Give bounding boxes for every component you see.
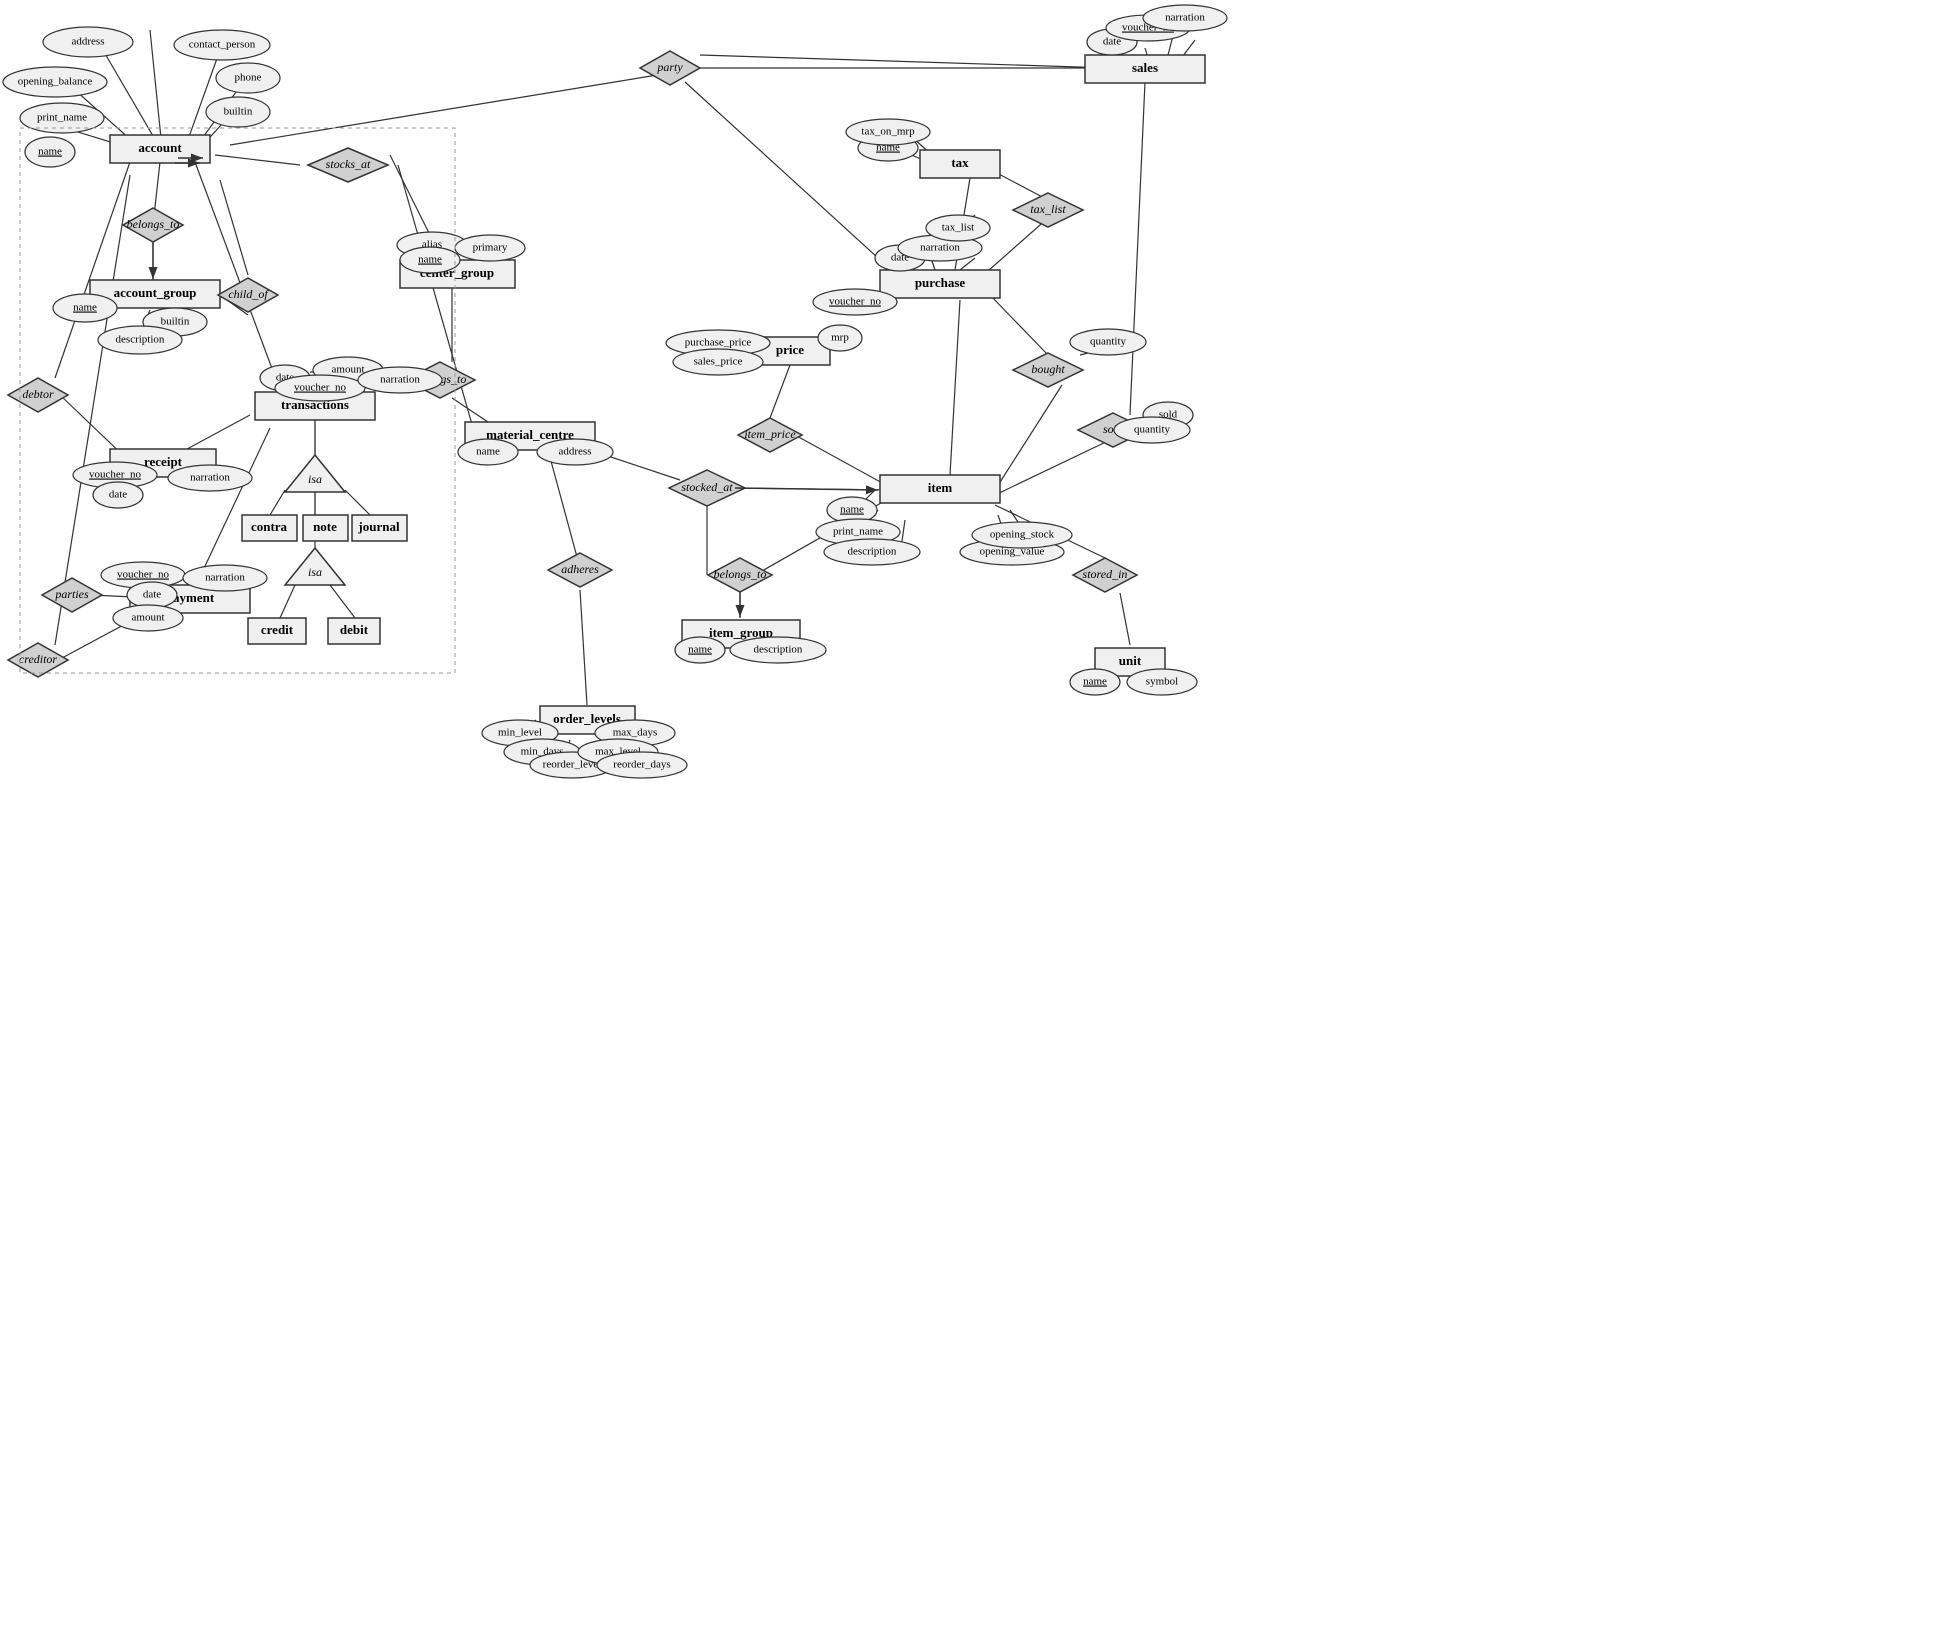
rel-child-of-label: child_of: [228, 287, 269, 301]
entity-purchase-label: purchase: [915, 275, 966, 290]
attr-contact-person-text: contact_person: [189, 39, 256, 51]
rel-creditor-label: creditor: [19, 652, 58, 666]
entity-account-group-label: account_group: [114, 285, 197, 300]
rel-stored-in-label: stored_in: [1083, 567, 1128, 581]
attr-name-ag-text: name: [73, 302, 97, 314]
attr-primary-text: primary: [473, 242, 508, 254]
attr-print-name-item-text: print_name: [833, 526, 883, 538]
attr-tax-on-mrp-text: tax_on_mrp: [861, 126, 915, 138]
attr-description-ag-text: description: [116, 334, 165, 346]
attr-voucher-no-trans-text: voucher_no: [294, 382, 346, 394]
arrow-stocked-at-to-item: [735, 488, 878, 490]
attr-name-mc-text: name: [476, 446, 500, 458]
attr-purchase-price-text: purchase_price: [685, 337, 752, 349]
rel-tax-list-label: tax_list: [1030, 202, 1066, 216]
attr-narration-payment-text: narration: [205, 572, 245, 584]
attr-date-payment-text: date: [143, 589, 161, 601]
er-diagram: account account_group transactions recei…: [0, 0, 1948, 1652]
attr-address-mc-text: address: [559, 446, 592, 458]
attr-voucher-no-receipt-text: voucher_no: [89, 469, 141, 481]
attr-mrp-text: mrp: [831, 332, 849, 344]
attr-address-text: address: [72, 36, 105, 48]
rel-adheres-label: adheres: [561, 562, 599, 576]
attr-description-ig-text: description: [754, 644, 803, 656]
attr-narration-receipt-text: narration: [190, 472, 230, 484]
attr-reorder-days-text: reorder_days: [613, 759, 670, 771]
entity-account-label: account: [138, 140, 182, 155]
attr-narration-purchase-text: narration: [920, 242, 960, 254]
attr-name-ig-text: name: [688, 644, 712, 656]
attr-name-unit-text: name: [1083, 676, 1107, 688]
attr-opening-stock-text: opening_stock: [990, 529, 1055, 541]
attr-name-item-text: name: [840, 504, 864, 516]
entity-note-label: note: [313, 519, 337, 534]
rel-stocks-at-label: stocks_at: [326, 157, 371, 171]
entity-journal-label: journal: [357, 519, 400, 534]
entity-receipt-label: receipt: [144, 454, 183, 469]
attr-max-days-text: max_days: [613, 727, 658, 739]
attr-builtin-ag-text: builtin: [161, 316, 190, 328]
rel-belongs-to-item-label: belongs_to: [714, 567, 767, 581]
rel-item-price-label: item_price: [744, 427, 796, 441]
attr-quantity-sold-text: quantity: [1134, 424, 1171, 436]
attr-voucher-no-payment-text: voucher_no: [117, 569, 169, 581]
isa-1-label: isa: [308, 472, 322, 486]
entity-item-label: item: [928, 480, 953, 495]
attr-symbol-unit-text: symbol: [1146, 676, 1178, 688]
rel-party-label: party: [656, 60, 683, 74]
attr-voucher-no-purchase-text: voucher_no: [829, 296, 881, 308]
entity-debit-label: debit: [340, 622, 369, 637]
attr-quantity-bought-text: quantity: [1090, 336, 1127, 348]
attr-min-level-text: min_level: [498, 727, 542, 739]
entity-sales-label: sales: [1132, 60, 1158, 75]
attr-builtin-account-text: builtin: [224, 106, 253, 118]
rel-parties-label: parties: [54, 587, 89, 601]
attr-tax-list-text: tax_list: [942, 222, 974, 234]
attr-date-receipt-text: date: [109, 489, 127, 501]
rel-bought-label: bought: [1031, 362, 1065, 376]
entity-tax-label: tax: [951, 155, 969, 170]
rel-stocked-at-label: stocked_at: [681, 480, 733, 494]
isa-2-label: isa: [308, 565, 322, 579]
attr-amount-trans-text: amount: [332, 364, 365, 376]
attr-phone-text: phone: [235, 72, 262, 84]
entity-price-label: price: [776, 342, 804, 357]
attr-narration-trans-text: narration: [380, 374, 420, 386]
attr-name-account-text: name: [38, 146, 62, 158]
attr-amount-payment-text: amount: [132, 612, 165, 624]
attr-opening-balance-text: opening_balance: [18, 76, 93, 88]
entity-contra-label: contra: [251, 519, 288, 534]
attr-sales-price-text: sales_price: [694, 356, 743, 368]
attr-name-cg-text: name: [418, 254, 442, 266]
entity-credit-label: credit: [261, 622, 294, 637]
rel-belongs-to-account-label: belongs_to: [127, 217, 180, 231]
attr-print-name-text: print_name: [37, 112, 87, 124]
rel-debtor-label: debtor: [22, 387, 54, 401]
attr-description-item-text: description: [848, 546, 897, 558]
attr-narration-sales-text: narration: [1165, 12, 1205, 24]
entity-unit-label: unit: [1119, 653, 1142, 668]
